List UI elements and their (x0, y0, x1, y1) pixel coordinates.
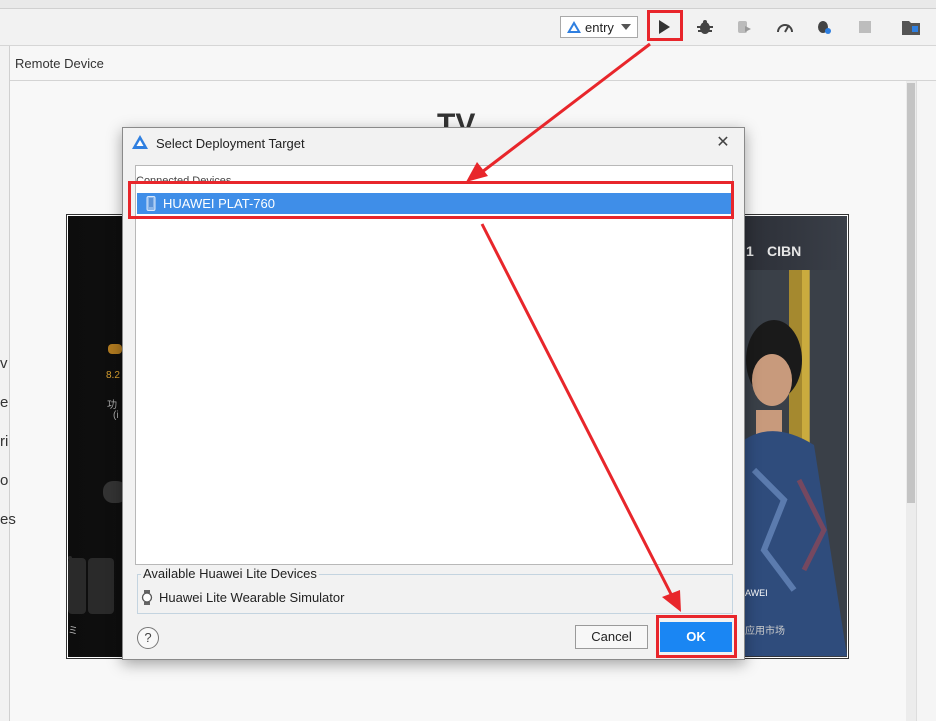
attach-debugger-icon (738, 21, 751, 33)
side-text-fragment: e (0, 394, 9, 411)
build-icon (818, 21, 831, 34)
side-text-fragment: es (0, 511, 16, 528)
tv-tile (88, 558, 114, 614)
tv-channel-brand: CIBN (767, 243, 802, 259)
lite-device-name: Huawei Lite Wearable Simulator (159, 590, 345, 605)
tv-poster-image (744, 270, 847, 656)
main-toolbar: entry (0, 9, 936, 46)
window-top-strip (0, 0, 936, 9)
deveco-logo-icon (132, 135, 148, 149)
tv-caption-text: 功 (107, 400, 117, 411)
device-list[interactable]: Connected Devices HUAWEI PLAT-760 (135, 165, 733, 565)
lite-device-row[interactable]: Huawei Lite Wearable Simulator (141, 590, 344, 605)
lite-devices-label: Available Huawei Lite Devices (141, 566, 319, 581)
ok-button-annotation (656, 615, 737, 658)
cancel-button[interactable]: Cancel (575, 625, 648, 649)
left-gutter (0, 46, 10, 721)
module-select[interactable]: entry (560, 16, 638, 38)
tv-market-text: 应用市场 (745, 626, 785, 637)
module-select-value: entry (585, 19, 614, 35)
tv-caption-text: ミ (68, 626, 78, 637)
tv-brand-text: AWEI (745, 588, 768, 598)
stop-button[interactable] (852, 14, 878, 40)
debug-icon (697, 20, 713, 34)
build-button[interactable] (811, 14, 837, 40)
remote-device-header: Remote Device (10, 46, 936, 81)
panel-title: Remote Device (15, 56, 104, 71)
project-structure-button[interactable] (898, 14, 924, 40)
device-row-annotation (128, 181, 734, 219)
profiler-button[interactable] (772, 14, 798, 40)
tv-tile (108, 344, 122, 354)
side-text-fragment: o (0, 472, 9, 489)
tv-tile (68, 558, 86, 614)
run-button-annotation (647, 10, 683, 41)
scrollbar-thumb[interactable] (907, 83, 915, 503)
profiler-icon (777, 24, 793, 33)
dialog-title-bar: Select Deployment Target ✕ (123, 128, 744, 158)
side-text-fragment: ri (0, 433, 9, 450)
tv-channel-number: 1 (746, 243, 754, 259)
attach-debugger-button[interactable] (731, 14, 757, 40)
tv-tile (68, 556, 72, 560)
debug-button[interactable] (692, 14, 718, 40)
watch-icon (141, 590, 153, 605)
tv-rating-text: 8.2 (106, 370, 120, 381)
chevron-down-icon (621, 24, 631, 30)
dialog-title: Select Deployment Target (156, 136, 305, 151)
side-text-fragment: v (0, 355, 8, 372)
help-button[interactable]: ? (137, 627, 159, 649)
right-tool-strip (916, 81, 936, 721)
stop-icon (859, 21, 871, 33)
close-icon[interactable]: ✕ (714, 134, 732, 152)
tv-caption-text: (i (113, 410, 119, 421)
project-structure-icon (902, 21, 920, 35)
module-icon (567, 21, 581, 33)
